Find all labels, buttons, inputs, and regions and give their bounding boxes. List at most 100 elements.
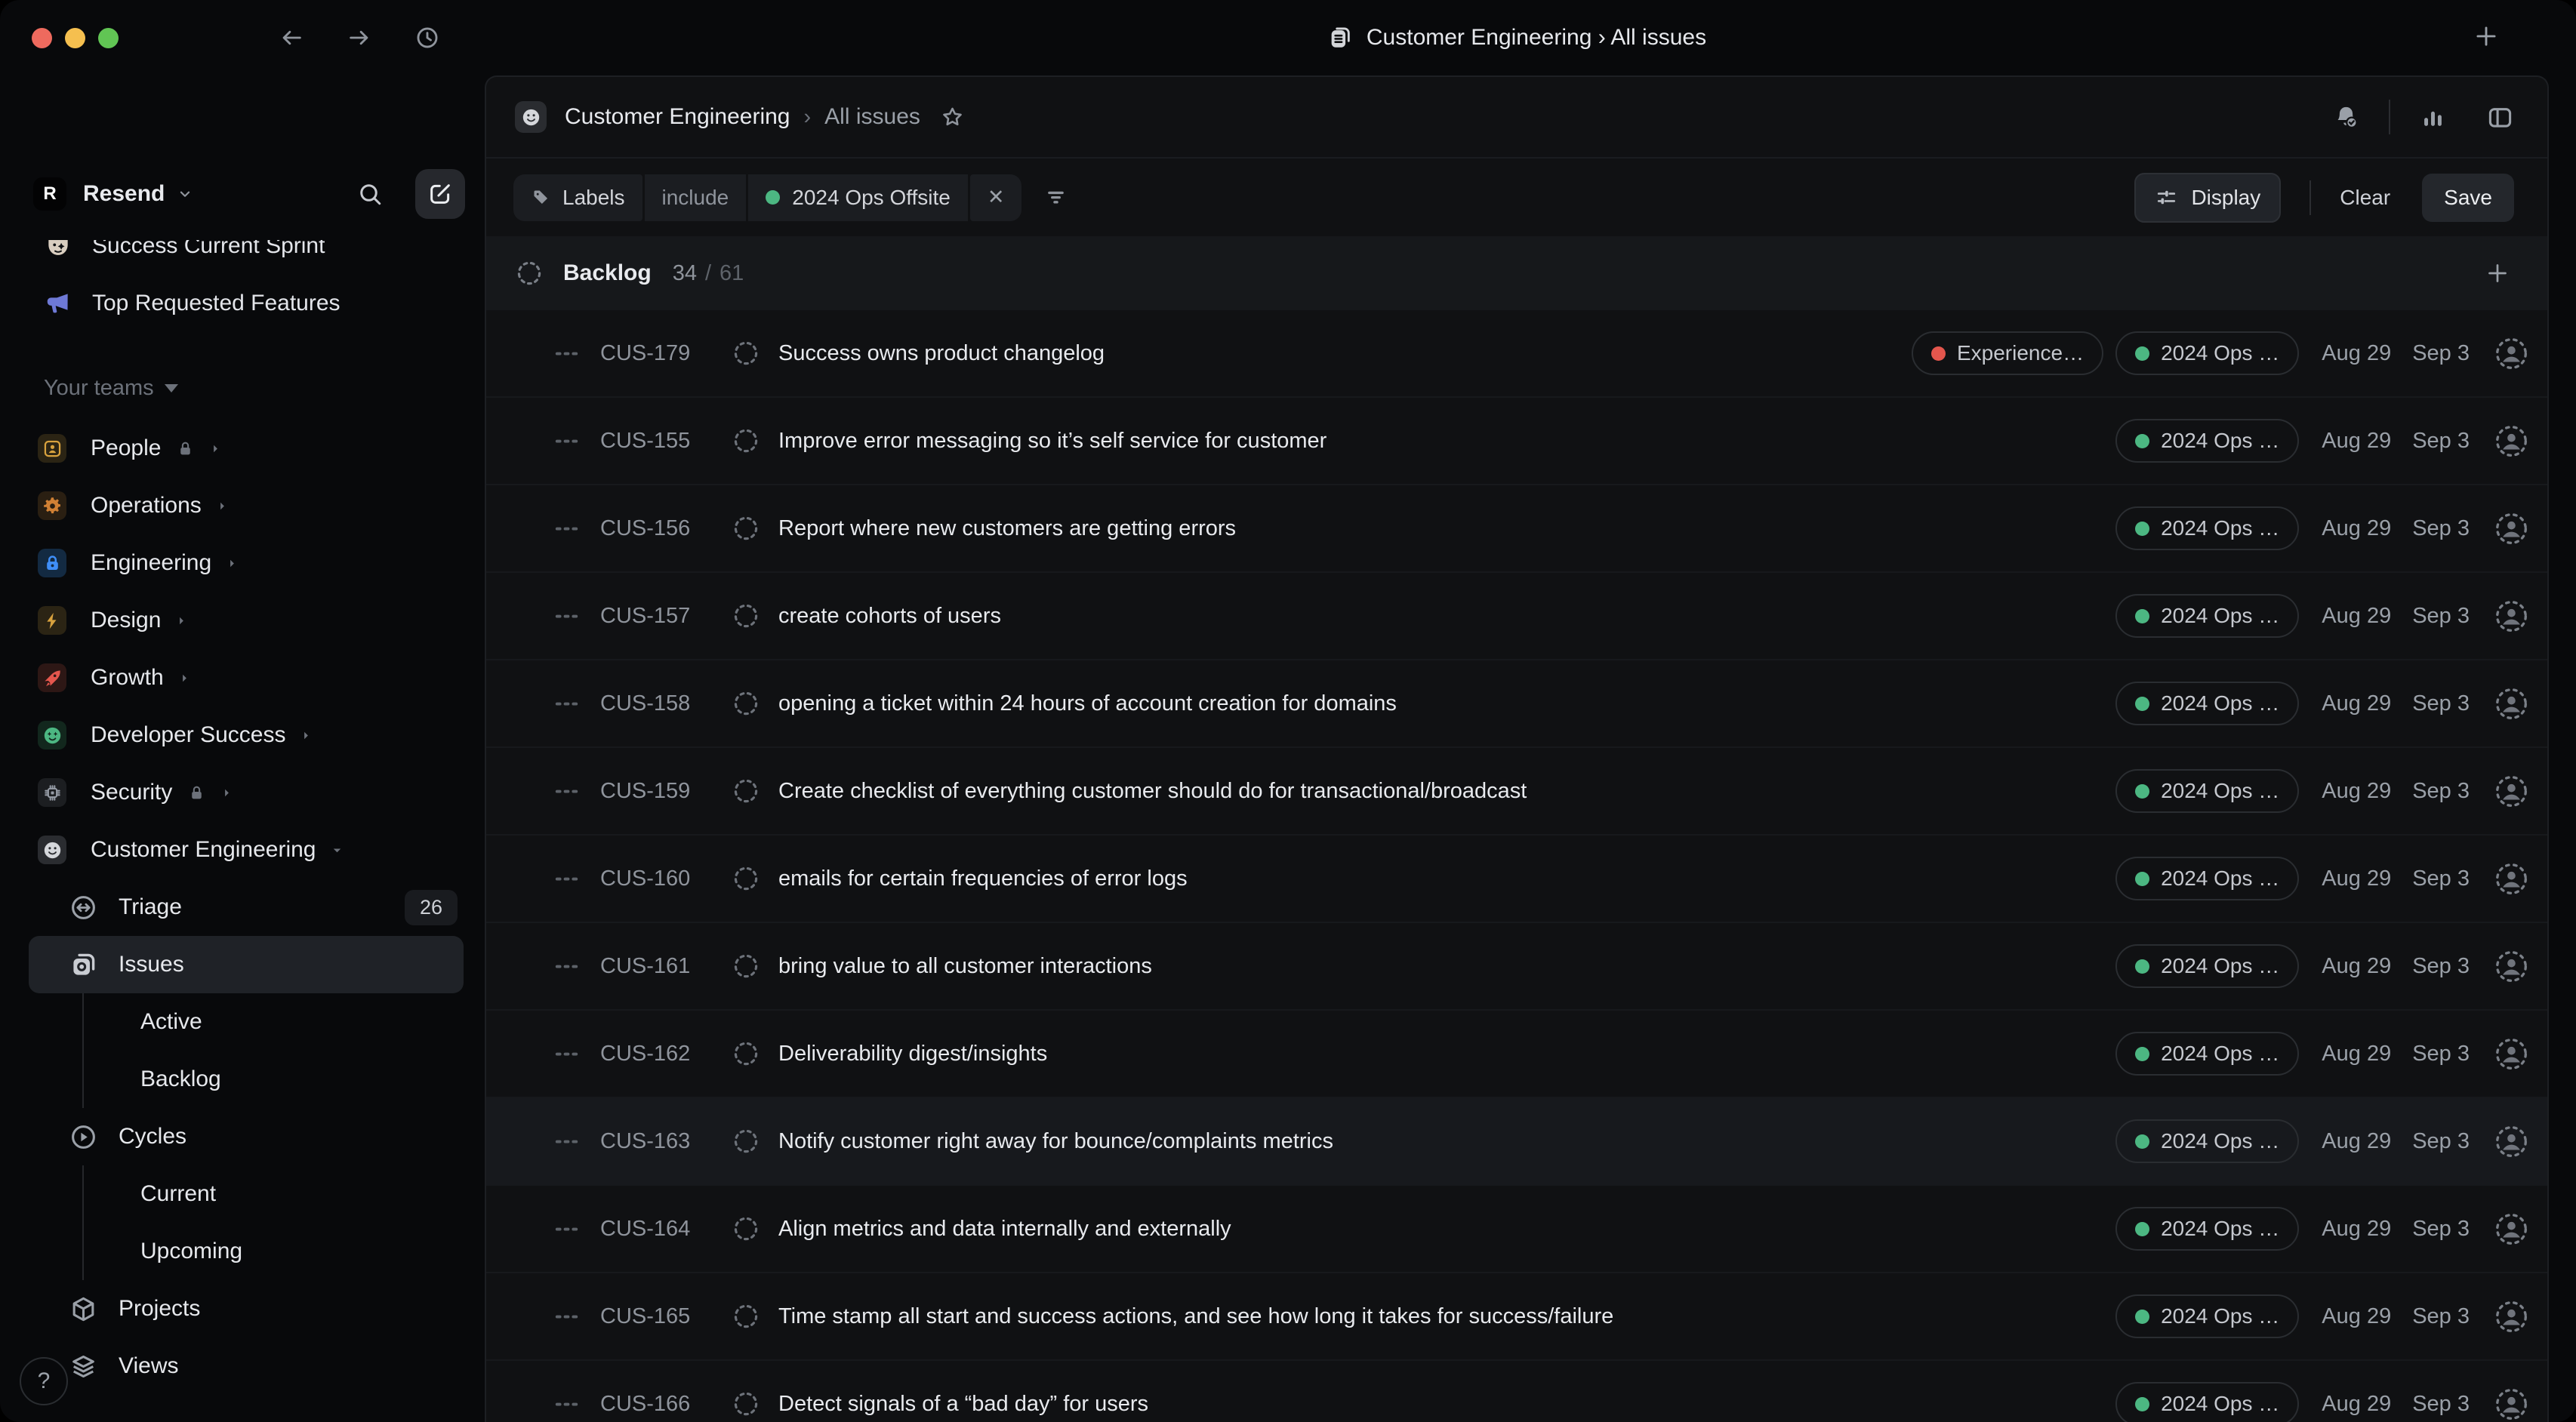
workspace-name[interactable]: Resend [83, 181, 165, 207]
teams-section-header[interactable]: Your teams [44, 376, 178, 401]
sidebar-item-current[interactable]: Current [29, 1165, 464, 1223]
filter-remove-button[interactable]: ✕ [970, 174, 1022, 221]
label-text: 2024 Ops … [2161, 1129, 2279, 1153]
label-tag-icon [531, 187, 551, 208]
team-item[interactable]: Operations [29, 477, 464, 534]
issue-row[interactable]: CUS-179Success owns product changelogExp… [486, 310, 2547, 398]
recents-clock-icon[interactable] [414, 25, 440, 51]
issue-row[interactable]: CUS-163Notify customer right away for bo… [486, 1098, 2547, 1186]
issue-row[interactable]: CUS-162Deliverability digest/insights202… [486, 1011, 2547, 1098]
group-name: Backlog [563, 260, 652, 286]
team-label: Operations [91, 493, 202, 519]
compose-issue-button[interactable] [415, 169, 465, 219]
close-window-button[interactable] [32, 28, 52, 48]
issue-labels: 2024 Ops … [2115, 944, 2299, 988]
label-pill[interactable]: Experience… [1912, 331, 2103, 375]
issue-row[interactable]: CUS-155Improve error messaging so it’s s… [486, 398, 2547, 485]
issue-id: CUS-159 [600, 779, 730, 804]
issue-row[interactable]: CUS-164Align metrics and data internally… [486, 1186, 2547, 1273]
favorite-star-icon[interactable] [940, 105, 965, 130]
team-item[interactable]: Growth [29, 649, 464, 706]
display-button[interactable]: Display [2134, 173, 2281, 223]
breadcrumb-team[interactable]: Customer Engineering [565, 104, 790, 130]
team-item[interactable]: People [29, 420, 464, 477]
clear-button[interactable]: Clear [2340, 186, 2390, 210]
back-arrow-icon[interactable] [279, 25, 304, 51]
label-text: 2024 Ops … [2161, 429, 2279, 453]
backlog-status-icon [732, 1127, 760, 1156]
sidebar-item-issues[interactable]: Issues [29, 936, 464, 993]
breadcrumb-view[interactable]: All issues [824, 104, 920, 130]
insights-chart-icon[interactable] [2419, 103, 2447, 131]
issue-row[interactable]: CUS-160emails for certain frequencies of… [486, 836, 2547, 923]
avatar-icon [2494, 1124, 2529, 1159]
add-filter-icon[interactable] [1044, 186, 1068, 209]
team-item-current[interactable]: Customer Engineering [29, 821, 464, 879]
issue-row[interactable]: CUS-161bring value to all customer inter… [486, 923, 2547, 1011]
filter-field-segment[interactable]: Labels [513, 174, 642, 221]
issue-row[interactable]: CUS-159Create checklist of everything cu… [486, 748, 2547, 836]
sidebar-item-backlog[interactable]: Backlog [29, 1051, 464, 1108]
chevron-down-icon[interactable] [177, 186, 193, 202]
label-color-dot [2135, 609, 2149, 623]
sidebar-item-triage[interactable]: Triage26 [29, 879, 464, 936]
issue-title: opening a ticket within 24 hours of acco… [778, 691, 2099, 716]
chevron-down-icon [165, 384, 178, 392]
favorite-item[interactable]: Top Requested Features [0, 275, 485, 332]
lock-icon [42, 553, 63, 574]
issue-row[interactable]: CUS-166Detect signals of a “bad day” for… [486, 1361, 2547, 1422]
issue-id: CUS-162 [600, 1042, 730, 1066]
label-pill[interactable]: 2024 Ops … [2115, 1207, 2299, 1251]
issue-row[interactable]: CUS-165Time stamp all start and success … [486, 1273, 2547, 1361]
issue-created-date: Aug 29 [2322, 779, 2391, 804]
team-item[interactable]: Developer Success [29, 706, 464, 764]
smiley-icon [42, 840, 63, 860]
side-panel-icon[interactable] [2486, 103, 2514, 131]
issue-due-date: Sep 3 [2412, 954, 2470, 979]
team-item[interactable]: Engineering [29, 534, 464, 592]
save-button[interactable]: Save [2422, 174, 2514, 222]
zoom-window-button[interactable] [98, 28, 119, 48]
issue-row[interactable]: CUS-158opening a ticket within 24 hours … [486, 660, 2547, 748]
breadcrumb-separator: › [804, 105, 812, 130]
label-pill[interactable]: 2024 Ops … [2115, 419, 2299, 463]
filter-operator-segment[interactable]: include [645, 174, 747, 221]
search-icon[interactable] [356, 180, 384, 208]
label-pill[interactable]: 2024 Ops … [2115, 857, 2299, 900]
label-pill[interactable]: 2024 Ops … [2115, 944, 2299, 988]
label-pill[interactable]: 2024 Ops … [2115, 1294, 2299, 1338]
label-pill[interactable]: 2024 Ops … [2115, 1119, 2299, 1163]
label-pill[interactable]: 2024 Ops … [2115, 769, 2299, 813]
label-color-dot [1931, 346, 1946, 361]
sidebar-item-views[interactable]: Views [29, 1337, 464, 1395]
backlog-status-icon [732, 1302, 760, 1331]
display-button-label: Display [2191, 186, 2260, 210]
label-pill[interactable]: 2024 Ops … [2115, 1382, 2299, 1422]
view-header: Customer Engineering › All issues [486, 77, 2547, 157]
new-tab-plus-icon[interactable] [2472, 22, 2501, 51]
bolt-icon-box [38, 606, 66, 635]
filter-value-segment[interactable]: 2024 Ops Offsite [748, 174, 968, 221]
sidebar-item-cycles[interactable]: Cycles [29, 1108, 464, 1165]
minimize-window-button[interactable] [65, 28, 85, 48]
help-button[interactable]: ? [20, 1357, 68, 1405]
sidebar-item-upcoming[interactable]: Upcoming [29, 1223, 464, 1280]
label-pill[interactable]: 2024 Ops … [2115, 1032, 2299, 1076]
favorite-item[interactable]: Success Current Sprint [0, 240, 485, 275]
sidebar-item-projects[interactable]: Projects [29, 1280, 464, 1337]
label-pill[interactable]: 2024 Ops … [2115, 506, 2299, 550]
label-pill[interactable]: 2024 Ops … [2115, 682, 2299, 725]
sidebar-item-active[interactable]: Active [29, 993, 464, 1051]
label-text: 2024 Ops … [2161, 691, 2279, 716]
forward-arrow-icon[interactable] [347, 25, 372, 51]
issue-row[interactable]: CUS-157create cohorts of users2024 Ops …… [486, 573, 2547, 660]
issue-row[interactable]: CUS-156Report where new customers are ge… [486, 485, 2547, 573]
label-pill[interactable]: 2024 Ops … [2115, 594, 2299, 638]
team-item[interactable]: Security [29, 764, 464, 821]
workspace-logo[interactable]: R [33, 177, 66, 211]
label-pill[interactable]: 2024 Ops … [2115, 331, 2299, 375]
add-issue-plus-icon[interactable] [2484, 260, 2511, 287]
team-item[interactable]: Design [29, 592, 464, 649]
notifications-bell-icon[interactable] [2332, 103, 2360, 131]
issue-labels: 2024 Ops … [2115, 1032, 2299, 1076]
